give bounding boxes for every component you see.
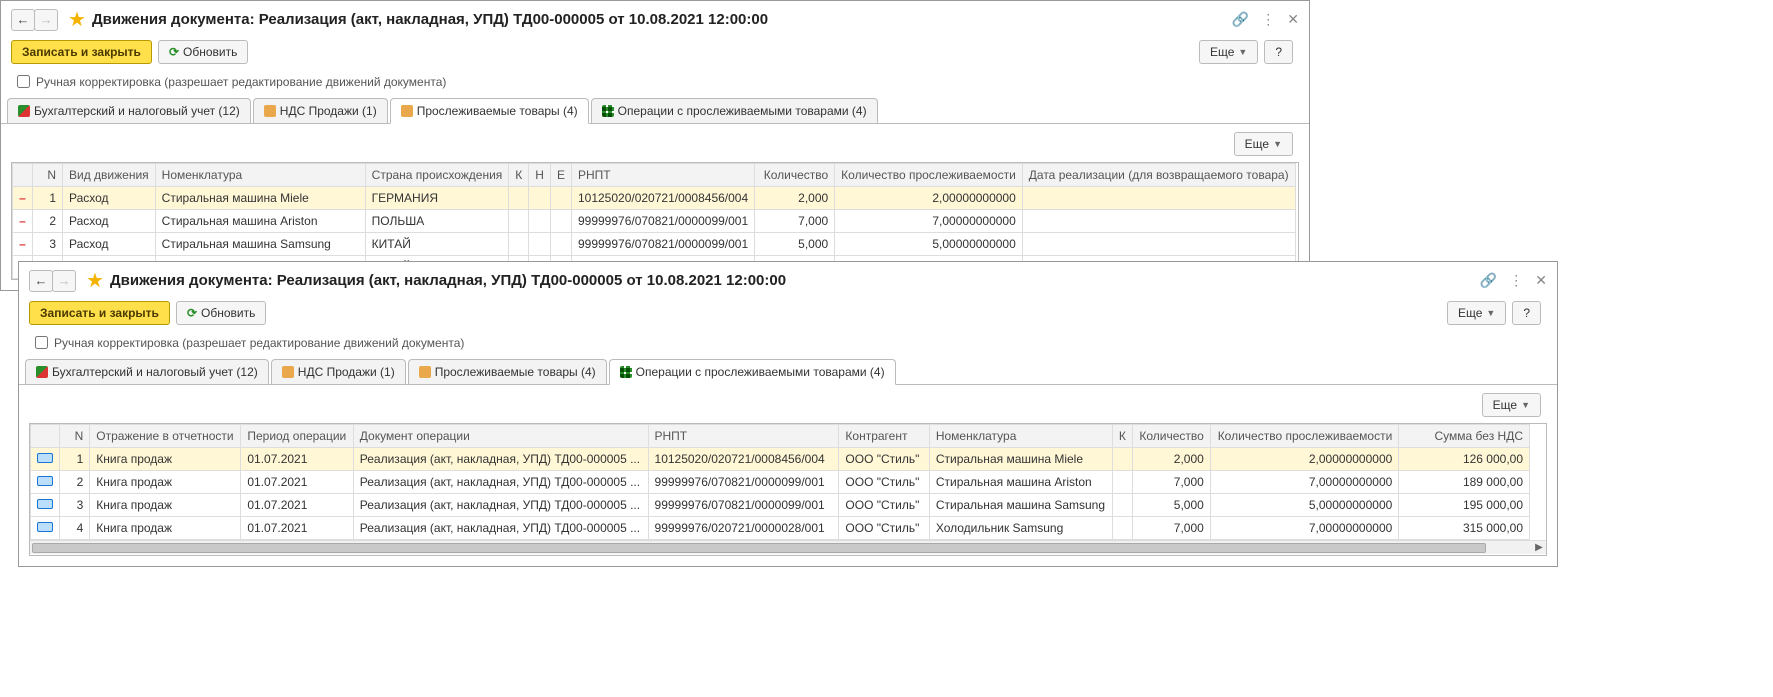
refresh-button[interactable]: ⟳Обновить [176, 301, 266, 325]
refresh-icon: ⟳ [187, 306, 197, 320]
close-icon[interactable]: ✕ [1535, 272, 1547, 289]
window-title: Движения документа: Реализация (акт, нак… [92, 11, 1232, 28]
operation-icon [31, 448, 60, 471]
nav-forward-button[interactable]: → [34, 9, 58, 31]
horizontal-scrollbar[interactable]: ▶ [30, 540, 1546, 554]
tab-body: Еще▼ N Отражение в отчетности Период опе… [19, 385, 1557, 566]
table-row[interactable]: –3РасходСтиральная машина SamsungКИТАЙ99… [13, 233, 1296, 256]
accounting-icon [18, 105, 30, 117]
operation-icon [31, 471, 60, 494]
tab-accounting[interactable]: Бухгалтерский и налоговый учет (12) [7, 98, 251, 123]
table-operations[interactable]: N Отражение в отчетности Период операции… [29, 423, 1547, 556]
col-qty[interactable]: Количество [1132, 425, 1210, 448]
chevron-down-icon: ▼ [1273, 139, 1282, 149]
titlebar: ← → ★ Движения документа: Реализация (ак… [19, 262, 1557, 297]
col-sum[interactable]: Сумма без НДС [1399, 425, 1530, 448]
table-row[interactable]: –2РасходСтиральная машина AristonПОЛЬША9… [13, 210, 1296, 233]
close-icon[interactable]: ✕ [1287, 11, 1299, 28]
col-nomenclature[interactable]: Номенклатура [929, 425, 1112, 448]
col-agent[interactable]: Контрагент [839, 425, 929, 448]
window-traceable-goods: ← → ★ Движения документа: Реализация (ак… [0, 0, 1310, 291]
refresh-button[interactable]: ⟳Обновить [158, 40, 248, 64]
col-n[interactable]: N [60, 425, 90, 448]
col-period[interactable]: Период операции [241, 425, 353, 448]
nav-back-button[interactable]: ← [29, 270, 53, 292]
col-date[interactable]: Дата реализации (для возвращаемого товар… [1022, 164, 1295, 187]
kebab-menu-icon[interactable]: ⋮ [1261, 11, 1275, 28]
window-title: Движения документа: Реализация (акт, нак… [110, 272, 1480, 289]
chevron-down-icon: ▼ [1486, 308, 1495, 318]
manual-edit-checkbox[interactable] [17, 75, 30, 88]
favorite-star-icon[interactable]: ★ [68, 7, 86, 32]
expense-icon: – [13, 187, 33, 210]
col-country[interactable]: Страна происхождения [365, 164, 509, 187]
table-icon [602, 105, 614, 117]
register-icon [419, 366, 431, 378]
tabs: Бухгалтерский и налоговый учет (12) НДС … [19, 358, 1557, 384]
tabs: Бухгалтерский и налоговый учет (12) НДС … [1, 97, 1309, 123]
col-k[interactable]: К [1112, 425, 1132, 448]
favorite-star-icon[interactable]: ★ [86, 268, 104, 293]
register-icon [282, 366, 294, 378]
tab-accounting[interactable]: Бухгалтерский и налоговый учет (12) [25, 359, 269, 384]
col-k[interactable]: К [509, 164, 529, 187]
refresh-icon: ⟳ [169, 45, 179, 59]
col-e[interactable]: Е [550, 164, 571, 187]
col-qty[interactable]: Количество [755, 164, 835, 187]
save-close-button[interactable]: Записать и закрыть [29, 301, 170, 325]
col-rnpt[interactable]: РНПТ [571, 164, 754, 187]
col-n[interactable]: N [33, 164, 63, 187]
window-traceable-operations: ← → ★ Движения документа: Реализация (ак… [18, 261, 1558, 567]
kebab-menu-icon[interactable]: ⋮ [1509, 272, 1523, 289]
toolbar: Записать и закрыть ⟳Обновить Еще▼ ? [19, 297, 1557, 329]
col-report[interactable]: Отражение в отчетности [90, 425, 241, 448]
table-row[interactable]: 3Книга продаж01.07.2021Реализация (акт, … [31, 494, 1530, 517]
table-icon [620, 366, 632, 378]
operation-icon [31, 494, 60, 517]
tab-traceable[interactable]: Прослеживаемые товары (4) [408, 359, 607, 384]
table-row[interactable]: 2Книга продаж01.07.2021Реализация (акт, … [31, 471, 1530, 494]
manual-edit-row: Ручная корректировка (разрешает редактир… [19, 329, 1557, 358]
link-icon[interactable]: 🔗 [1480, 272, 1497, 289]
table-row[interactable]: 1Книга продаж01.07.2021Реализация (акт, … [31, 448, 1530, 471]
save-close-button[interactable]: Записать и закрыть [11, 40, 152, 64]
help-button[interactable]: ? [1512, 301, 1541, 325]
toolbar: Записать и закрыть ⟳Обновить Еще▼ ? [1, 36, 1309, 68]
link-icon[interactable]: 🔗 [1232, 11, 1249, 28]
col-nomenclature[interactable]: Номенклатура [155, 164, 365, 187]
col-doc[interactable]: Документ операции [353, 425, 648, 448]
manual-edit-checkbox[interactable] [35, 336, 48, 349]
help-button[interactable]: ? [1264, 40, 1293, 64]
accounting-icon [36, 366, 48, 378]
titlebar: ← → ★ Движения документа: Реализация (ак… [1, 1, 1309, 36]
nav-back-button[interactable]: ← [11, 9, 35, 31]
table-row[interactable]: –1РасходСтиральная машина MieleГЕРМАНИЯ1… [13, 187, 1296, 210]
tab-operations[interactable]: Операции с прослеживаемыми товарами (4) [591, 98, 878, 123]
table-row[interactable]: 4Книга продаж01.07.2021Реализация (акт, … [31, 517, 1530, 540]
register-icon [264, 105, 276, 117]
expense-icon: – [13, 233, 33, 256]
inner-more-button[interactable]: Еще▼ [1234, 132, 1293, 156]
tab-vat[interactable]: НДС Продажи (1) [271, 359, 406, 384]
more-button[interactable]: Еще▼ [1447, 301, 1506, 325]
tab-vat[interactable]: НДС Продажи (1) [253, 98, 388, 123]
col-qty-trace[interactable]: Количество прослеживаемости [1210, 425, 1399, 448]
col-n2[interactable]: Н [529, 164, 551, 187]
tab-traceable[interactable]: Прослеживаемые товары (4) [390, 98, 589, 124]
register-icon [401, 105, 413, 117]
operation-icon [31, 517, 60, 540]
chevron-down-icon: ▼ [1238, 47, 1247, 57]
tab-operations[interactable]: Операции с прослеживаемыми товарами (4) [609, 359, 896, 385]
nav-forward-button[interactable]: → [52, 270, 76, 292]
col-move-type[interactable]: Вид движения [63, 164, 156, 187]
col-rnpt[interactable]: РНПТ [648, 425, 839, 448]
inner-more-button[interactable]: Еще▼ [1482, 393, 1541, 417]
manual-edit-label: Ручная корректировка (разрешает редактир… [54, 336, 464, 350]
expense-icon: – [13, 210, 33, 233]
more-button[interactable]: Еще▼ [1199, 40, 1258, 64]
col-qty-trace[interactable]: Количество прослеживаемости [835, 164, 1023, 187]
manual-edit-row: Ручная корректировка (разрешает редактир… [1, 68, 1309, 97]
chevron-down-icon: ▼ [1521, 400, 1530, 410]
manual-edit-label: Ручная корректировка (разрешает редактир… [36, 75, 446, 89]
